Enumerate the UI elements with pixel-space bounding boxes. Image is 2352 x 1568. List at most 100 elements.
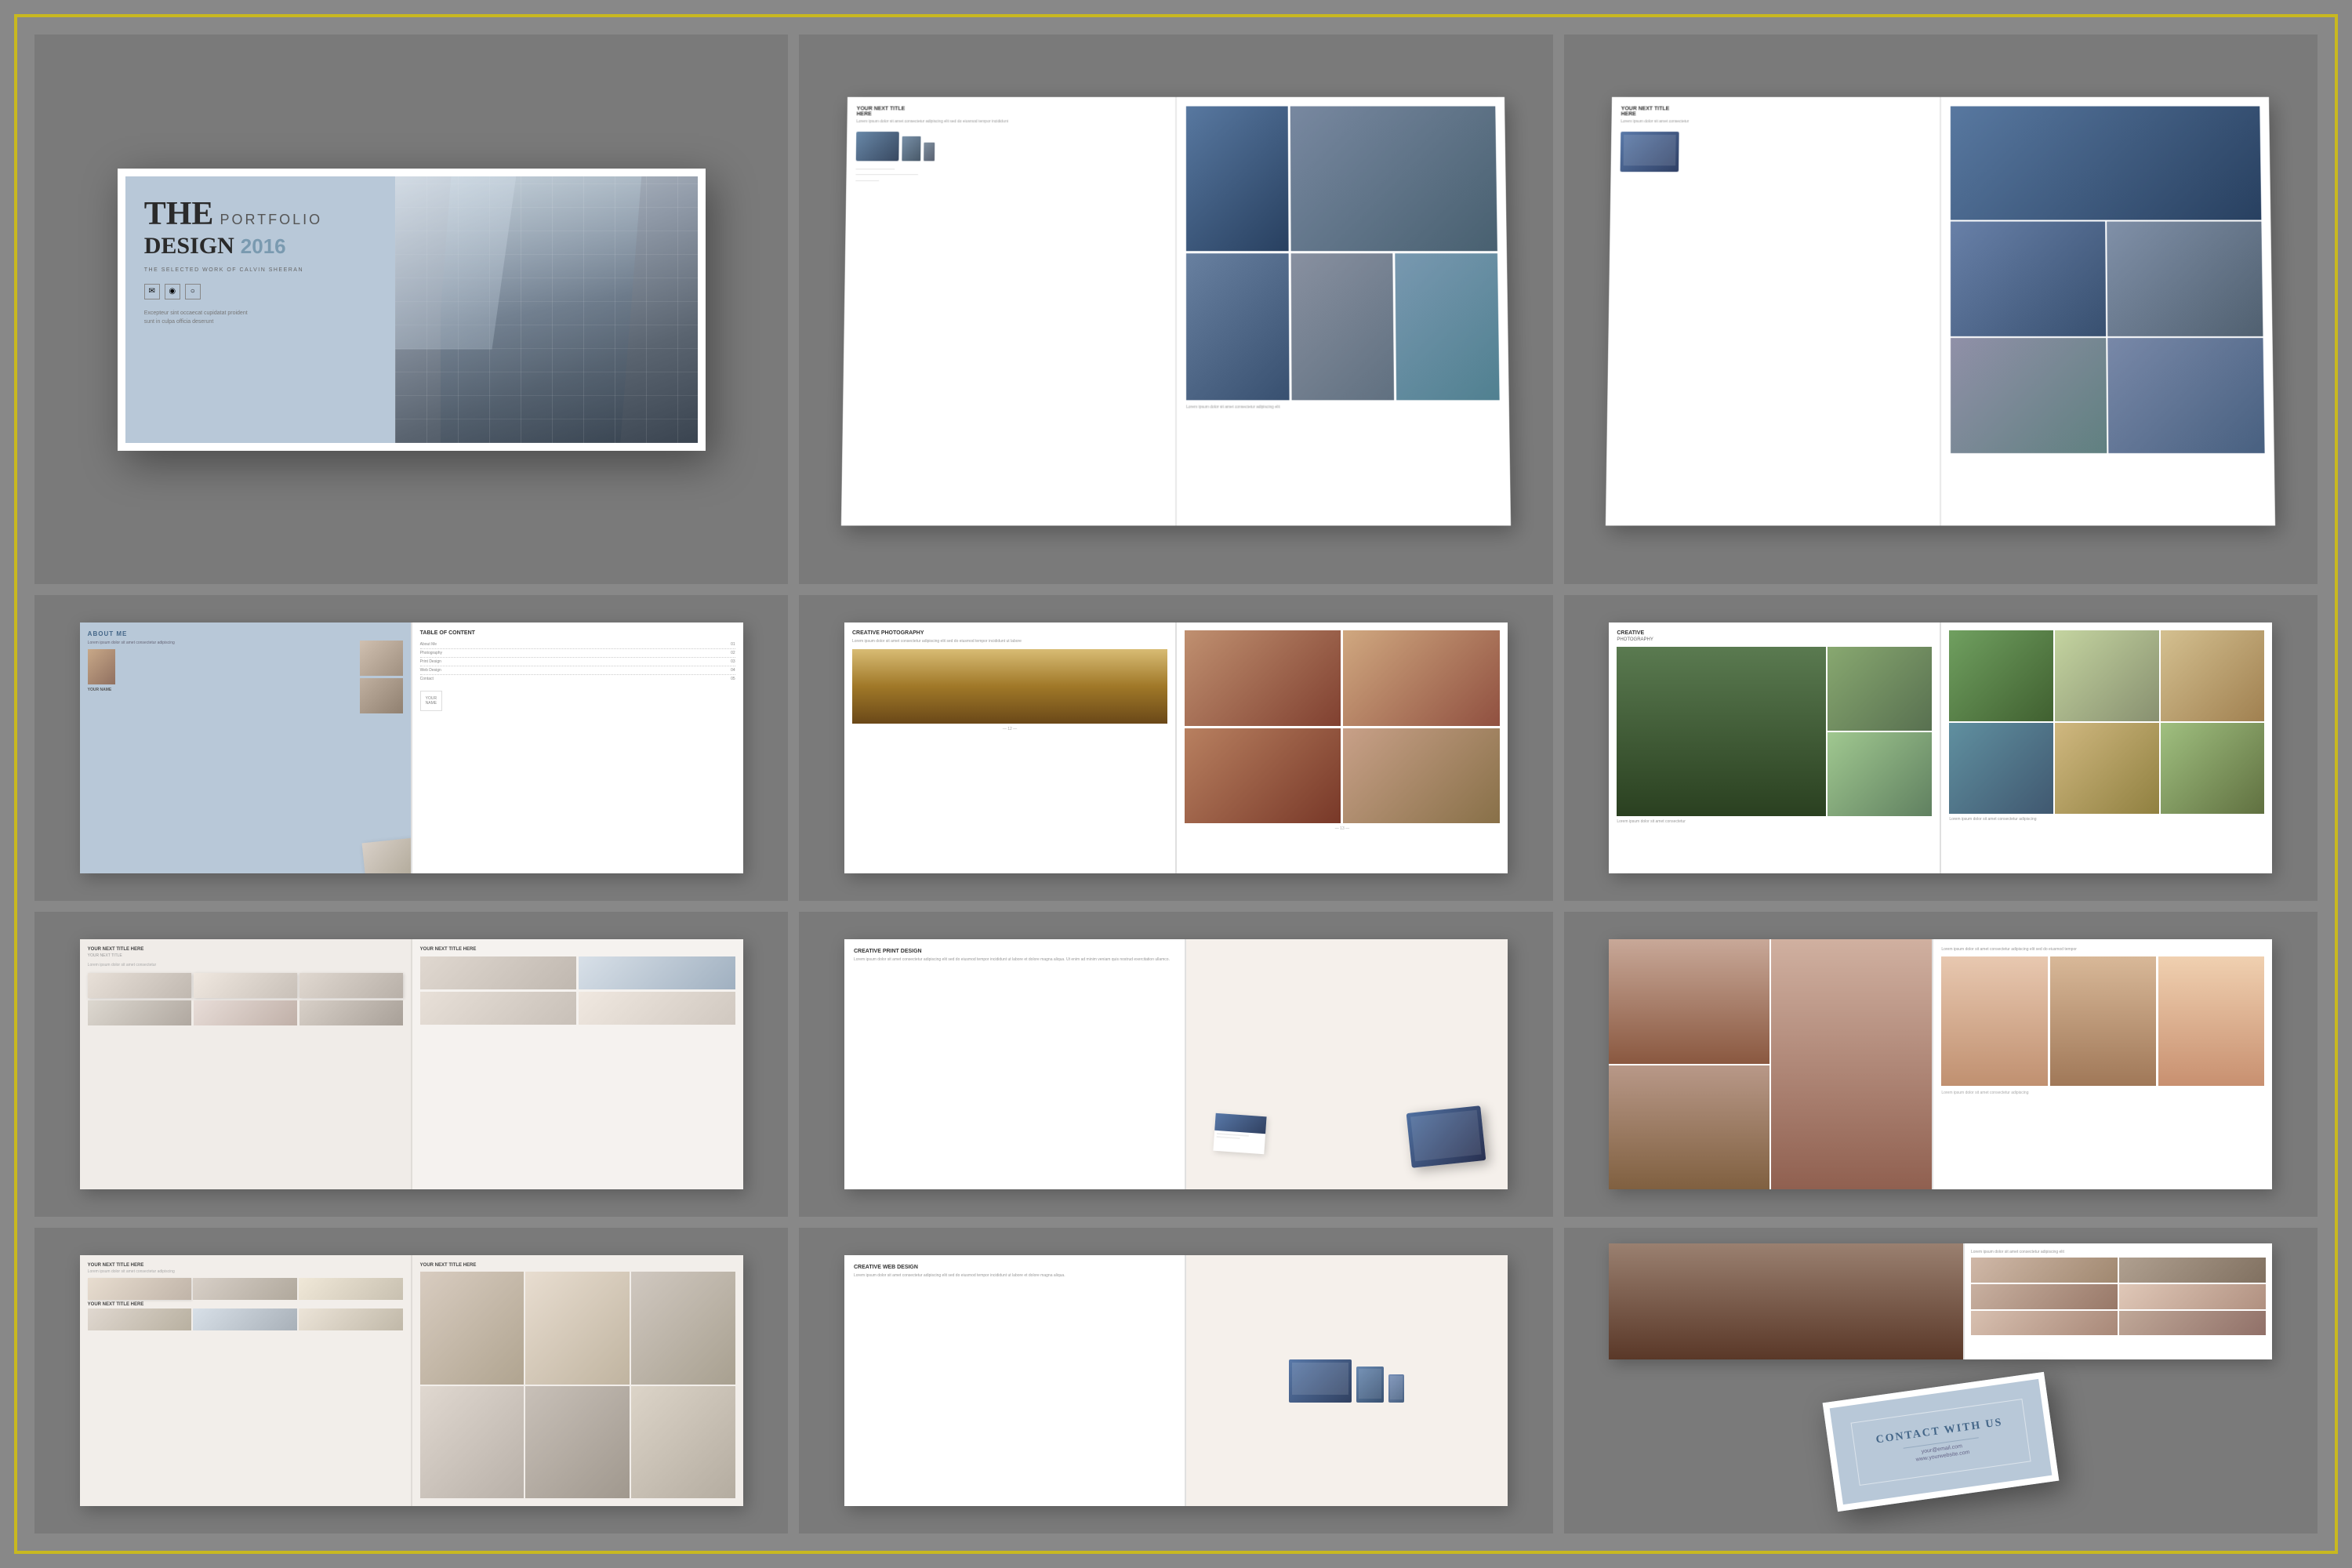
r4c3-mixed: Lorem ipsum dolor sit amet consectetur a… <box>1564 1228 2318 1534</box>
pcl2 <box>1216 1136 1240 1139</box>
r1c1-hero: THE PORTFOLIO DESIGN 2016 THE SELECTED W… <box>34 34 788 584</box>
about-main-content: Lorem ipsum dolor sit amet consectetur a… <box>88 641 403 713</box>
s6 <box>299 1000 403 1025</box>
dev-tablet <box>902 136 920 161</box>
brand-title-l: YOUR NEXT TITLE HERE <box>88 947 403 952</box>
ff3 <box>2158 956 2264 1086</box>
toc-name-box: YOURNAME <box>420 691 442 711</box>
photo-page-num: — 12 — <box>852 727 1167 731</box>
s1 <box>88 973 191 998</box>
f2 <box>1771 939 1932 1189</box>
tech2-book: YOUR NEXT TITLEHERE Lorem ipsum dolor si… <box>1606 97 2275 526</box>
wed-photo-grid <box>1971 1258 2266 1335</box>
r4c1-product: YOUR NEXT TITLE HERE Lorem ipsum dolor s… <box>34 1228 788 1534</box>
t2g3 <box>2107 221 2263 336</box>
papers-mockup <box>361 837 410 873</box>
fashion-desc: Lorem ipsum dolor sit amet consectetur a… <box>1941 947 2264 952</box>
print-mockup2 <box>1210 964 1483 1165</box>
pg-side <box>1828 647 1932 816</box>
s2 <box>194 973 297 998</box>
portrait-2x2 <box>1185 630 1500 823</box>
f3 <box>1609 1065 1769 1190</box>
prg5 <box>525 1386 630 1498</box>
wed-right: Lorem ipsum dolor sit amet consectetur a… <box>1965 1243 2272 1359</box>
about-left2: ABOUT ME Lorem ipsum dolor sit amet cons… <box>80 622 411 873</box>
about-face-photo <box>88 649 115 684</box>
r2c3-photogrid: CREATIVE PHOTOGRAPHY Lorem ipsum dolor s… <box>1564 595 2318 901</box>
f1 <box>1609 939 1769 1064</box>
print-right2 <box>1186 939 1508 1189</box>
r4c2-web: CREATIVE WEB DESIGN Lorem ipsum dolor si… <box>799 1228 1552 1534</box>
pr3 <box>1185 728 1341 823</box>
wedding-main-photo <box>1609 1243 1963 1359</box>
prod-top-row <box>88 1278 403 1300</box>
hero-title-block: THE PORTFOLIO DESIGN 2016 <box>144 195 376 260</box>
pg-s2 <box>1828 732 1932 816</box>
dev-phone <box>924 142 935 161</box>
web-desktop <box>1289 1359 1352 1403</box>
side-photo-1 <box>360 641 403 676</box>
hero-p-left: THE PORTFOLIO DESIGN 2016 THE SELECTED W… <box>125 176 395 443</box>
stat-grid-bot <box>88 1000 403 1025</box>
r1c3-tech2: YOUR NEXT TITLEHERE Lorem ipsum dolor si… <box>1564 34 2318 584</box>
tn3: 03 <box>731 659 735 664</box>
ff2 <box>2050 956 2156 1086</box>
pg-main <box>1617 647 1826 816</box>
web-tab-screen <box>1359 1369 1381 1399</box>
toc-items: About Me01 Photography02 Print Design03 … <box>420 641 735 683</box>
web-ttl: CREATIVE WEB DESIGN <box>854 1265 1175 1270</box>
photogrid-book: CREATIVE PHOTOGRAPHY Lorem ipsum dolor s… <box>1609 622 2272 873</box>
pgrid-right: Lorem ipsum dolor sit amet consectetur a… <box>1941 622 2272 873</box>
toc-page: TABLE OF CONTENT About Me01 Photography0… <box>412 622 743 873</box>
paper-content <box>1214 1131 1265 1144</box>
pgrid-body: Lorem ipsum dolor sit amet consectetur <box>1617 819 1932 824</box>
fashion-right: Lorem ipsum dolor sit amet consectetur a… <box>1933 939 2272 1189</box>
web-mob-screen <box>1390 1376 1403 1399</box>
tech-body: Lorem ipsum dolor sit amet consectetur a… <box>856 119 1166 125</box>
web-body: Lorem ipsum dolor sit amet consectetur a… <box>854 1273 1175 1279</box>
wed-left <box>1609 1243 1963 1359</box>
about-text-area: Lorem ipsum dolor sit amet consectetur a… <box>88 641 357 713</box>
brand-right-g <box>420 956 735 1025</box>
title-the: THE <box>144 195 214 233</box>
tp3 <box>1186 253 1289 400</box>
tech-right-text: Lorem ipsum dolor sit amet consectetur a… <box>1186 405 1500 411</box>
r3c2-print: CREATIVE PRINT DESIGN Lorem ipsum dolor … <box>799 912 1552 1218</box>
hero-title-line1: THE PORTFOLIO <box>144 195 376 233</box>
pgrid-main <box>1617 647 1932 816</box>
contact-book2: CONTACT WITH US your@email.com www.yourw… <box>1822 1372 2059 1512</box>
print-book2: CREATIVE PRINT DESIGN Lorem ipsum dolor … <box>844 939 1508 1189</box>
sg4 <box>1949 723 2053 814</box>
pgrid-subtitle: PHOTOGRAPHY <box>1617 637 1932 642</box>
hero-sub: THE SELECTED WORK OF CALVIN SHEERAN <box>144 267 376 273</box>
ti4: Web Design <box>420 668 441 673</box>
pg-s1 <box>1828 647 1932 731</box>
tn1: 01 <box>731 642 735 647</box>
photo-left: CREATIVE PHOTOGRAPHY Lorem ipsum dolor s… <box>844 622 1175 873</box>
pr4 <box>1343 728 1500 823</box>
hero-book-wrap: THE PORTFOLIO DESIGN 2016 THE SELECTED W… <box>118 169 706 451</box>
ti2: Photography <box>420 651 442 655</box>
prod-bot-row <box>88 1308 403 1330</box>
prod-title-l: YOUR NEXT TITLE HERE <box>88 1263 403 1268</box>
tech2-title2: YOUR NEXT TITLEHERE <box>1621 107 1931 118</box>
toc-r3: Print Design 03 <box>420 658 735 666</box>
print-ttl: CREATIVE PRINT DESIGN <box>854 949 1175 954</box>
dev-laptop <box>856 132 899 161</box>
photo-page-num-r: — 13 — <box>1185 826 1500 831</box>
toc-r4: Web Design04 <box>420 666 735 675</box>
s4 <box>88 1000 191 1025</box>
about-me-title: ABOUT ME <box>88 630 403 637</box>
r3c1-branding: YOUR NEXT TITLE HERE YOUR NEXT TITLE Lor… <box>34 912 788 1218</box>
prod-right: YOUR NEXT TITLE HERE <box>412 1255 743 1505</box>
hero-p-right <box>395 176 697 443</box>
toc-title2: TABLE OF CONTENT <box>420 630 735 636</box>
tech2-bl: YOUR NEXT TITLEHERE Lorem ipsum dolor si… <box>1606 97 1940 526</box>
pb2 <box>193 1308 297 1330</box>
tech-page-ttl: YOUR NEXT TITLEHERE <box>857 107 1167 118</box>
ti3: Print Design <box>420 659 441 664</box>
sg1 <box>1949 630 2053 721</box>
pt1 <box>88 1278 192 1300</box>
fashion-right-photos <box>1941 956 2264 1086</box>
contact-area: CONTACT WITH US your@email.com www.yourw… <box>1677 1366 2205 1519</box>
